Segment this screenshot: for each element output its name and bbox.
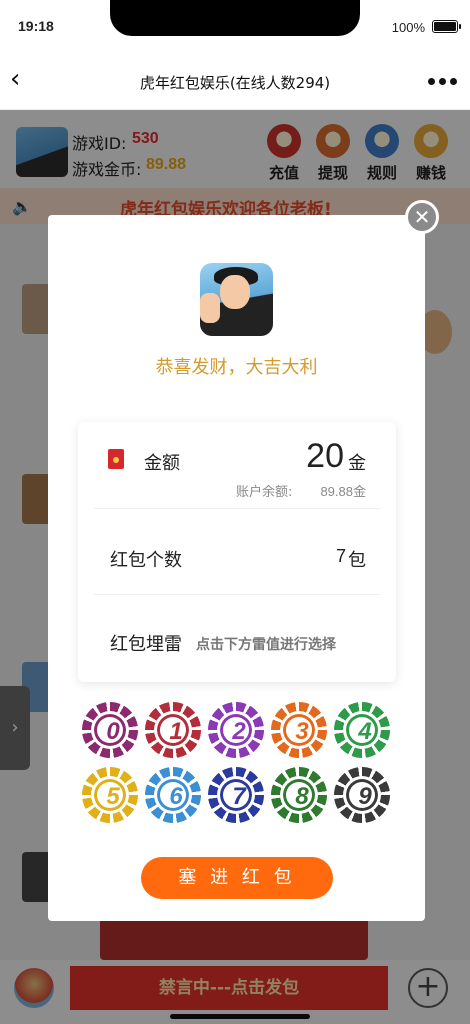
device-notch	[110, 0, 360, 36]
battery-icon	[432, 20, 461, 33]
battery-percent: 100%	[391, 20, 425, 35]
mine-chip-8[interactable]: 8	[271, 767, 327, 823]
mine-label: 红包埋雷	[110, 634, 182, 655]
red-packet-icon	[108, 449, 124, 469]
mine-chip-9[interactable]: 9	[334, 767, 390, 823]
mine-chip-number: 8	[295, 783, 309, 810]
nav-bar: ‹ 虎年红包娱乐(在线人数294)	[0, 52, 470, 110]
submit-packet-button[interactable]: 塞 进 红 包	[141, 857, 333, 899]
count-field[interactable]: 7	[336, 546, 346, 567]
mine-chip-2[interactable]: 2	[208, 702, 264, 758]
mine-chip-number: 1	[169, 718, 183, 745]
more-icon[interactable]	[428, 78, 460, 86]
divider	[94, 508, 380, 509]
dialog-avatar	[200, 263, 273, 336]
mine-chip-4[interactable]: 4	[334, 702, 390, 758]
divider	[94, 594, 380, 595]
mine-chip-3[interactable]: 3	[271, 702, 327, 758]
status-time: 19:18	[18, 18, 54, 34]
packet-form: 金额 20 金 账户余额: 89.88金 红包个数 7 包 红包埋雷 点击下方雷…	[78, 422, 396, 682]
dialog-greeting: 恭喜发财，大吉大利	[155, 357, 318, 378]
amount-label: 金额	[144, 453, 180, 474]
amount-unit: 金	[348, 453, 366, 474]
status-bar: 19:18 100%	[0, 0, 470, 52]
mine-chip-5[interactable]: 5	[82, 767, 138, 823]
count-unit: 包	[348, 550, 366, 571]
mine-chip-number: 0	[106, 718, 120, 745]
count-label: 红包个数	[110, 550, 182, 571]
send-red-packet-dialog: 恭喜发财，大吉大利 金额 20 金 账户余额: 89.88金 红包个数 7 包 …	[48, 215, 425, 921]
close-icon[interactable]: ✕	[405, 200, 439, 234]
mine-chip-1[interactable]: 1	[145, 702, 201, 758]
mine-chip-number: 4	[358, 718, 372, 745]
mine-chip-7[interactable]: 7	[208, 767, 264, 823]
amount-field[interactable]: 20	[306, 437, 344, 476]
mine-chip-number: 3	[295, 718, 309, 745]
mine-chip-0[interactable]: 0	[82, 702, 138, 758]
mine-chip-number: 7	[232, 783, 246, 810]
mine-hint: 点击下方雷值进行选择	[196, 637, 336, 653]
mine-chip-number: 5	[106, 783, 120, 810]
mine-chip-number: 2	[232, 718, 246, 745]
mine-chip-6[interactable]: 6	[145, 767, 201, 823]
balance-label: 账户余额:	[236, 485, 293, 500]
balance-value: 89.88金	[320, 484, 366, 499]
mine-chip-number: 6	[169, 783, 183, 810]
page-title: 虎年红包娱乐(在线人数294)	[139, 74, 331, 92]
mine-chip-number: 9	[358, 783, 372, 810]
